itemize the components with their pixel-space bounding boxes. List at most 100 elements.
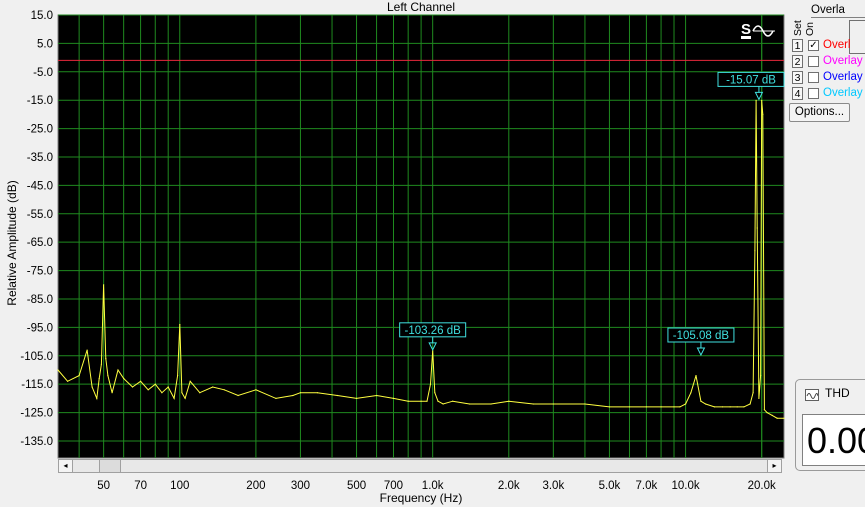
spectrum-point xyxy=(161,392,163,394)
checkmark-icon: ✓ xyxy=(809,40,818,51)
y-tick-label: -55.0 xyxy=(27,209,53,221)
spectrum-point xyxy=(420,400,422,402)
overlay-set-button-1[interactable]: 1 xyxy=(792,39,803,52)
spectrum-point xyxy=(762,113,764,115)
spectrum-point xyxy=(442,403,444,405)
spectrum-point xyxy=(111,392,113,394)
spectrum-point xyxy=(147,389,149,391)
spectrum-point xyxy=(100,363,102,365)
spectrum-point xyxy=(437,400,439,402)
spectrum-point xyxy=(766,412,768,414)
spectrum-point xyxy=(91,386,93,388)
spectrum-point xyxy=(754,250,756,252)
spectrum-point xyxy=(117,369,119,371)
spectrum-point xyxy=(103,284,105,286)
y-tick-label: -45.0 xyxy=(27,180,53,192)
overlay-label-3: Overlay xyxy=(823,71,863,83)
overlay-panel-title: Overla xyxy=(811,4,845,16)
overlay-edge-box xyxy=(849,20,865,54)
spectrum-point xyxy=(758,397,760,399)
spectrum-point xyxy=(189,380,191,382)
scroll-thumb[interactable] xyxy=(99,460,121,472)
spectrum-point xyxy=(299,392,301,394)
spectrum-point xyxy=(123,377,125,380)
spectrum-point xyxy=(729,406,731,408)
spectrum-point xyxy=(755,99,757,101)
spectrum-point xyxy=(608,406,611,408)
spectrum-point xyxy=(316,392,318,394)
spectrum-point xyxy=(552,403,554,405)
spectrum-chart[interactable]: -103.26 dB -105.08 dB -15.07 dB 15.0 5.0 -5.… xyxy=(0,0,865,507)
spectrum-point xyxy=(761,99,763,101)
spectrum-point xyxy=(721,406,724,408)
spectrum-point xyxy=(407,400,409,402)
spectrum-point xyxy=(57,369,59,371)
y-tick-label: -115.0 xyxy=(21,379,53,391)
waveform-icon[interactable] xyxy=(805,389,819,401)
spectrum-point xyxy=(292,394,294,397)
spectrum-point xyxy=(223,389,225,391)
spectrum-point xyxy=(760,375,762,377)
spectrum-point xyxy=(776,417,778,419)
overlay-checkbox-1[interactable]: ✓ xyxy=(808,40,819,51)
overlay-set-button-3[interactable]: 3 xyxy=(792,71,803,84)
spectrum-point xyxy=(749,403,751,405)
spectrum-point xyxy=(184,397,186,399)
on-column-header: On xyxy=(804,21,816,36)
spectrum-point xyxy=(736,406,738,408)
overlay-set-button-4[interactable]: 4 xyxy=(792,87,803,100)
y-tick-label: -75.0 xyxy=(27,266,53,278)
spectrum-point xyxy=(336,394,338,397)
y-tick-label: -5.0 xyxy=(33,67,53,79)
overlay-checkbox-3[interactable] xyxy=(808,72,819,83)
spectrum-point xyxy=(167,386,169,388)
spectrum-point xyxy=(355,397,358,399)
spectrum-point xyxy=(783,417,785,419)
spectrum-point xyxy=(96,397,98,399)
spectrum-point xyxy=(426,400,428,402)
x-axis-label: Frequency (Hz) xyxy=(379,491,463,505)
spectrum-point xyxy=(452,400,454,402)
y-tick-label: -85.0 xyxy=(27,294,53,306)
options-button[interactable]: Options... xyxy=(789,103,850,122)
overlay-checkbox-2[interactable] xyxy=(808,56,819,67)
scroll-left-button[interactable]: ◂ xyxy=(59,460,73,472)
spectrum-point xyxy=(86,349,88,351)
spectrum-point xyxy=(700,400,702,402)
overlay-set-button-2[interactable]: 2 xyxy=(792,55,803,68)
spectrum-point xyxy=(743,406,745,408)
y-tick-label: -125.0 xyxy=(20,408,53,420)
spectrum-point xyxy=(705,403,707,405)
spectrum-point xyxy=(532,403,534,405)
overlay-checkbox-4[interactable] xyxy=(808,88,819,99)
spectrum-point xyxy=(660,406,662,408)
peak-marker-label: -15.07 dB xyxy=(726,74,776,86)
spectrum-point xyxy=(177,375,179,377)
spectrum-point xyxy=(179,323,181,326)
spectrum-point xyxy=(140,380,142,382)
spectrum-point xyxy=(645,406,648,408)
y-tick-label: -25.0 xyxy=(27,124,53,136)
spectrum-point xyxy=(181,392,183,394)
spectrum-point xyxy=(434,392,436,394)
thd-value: 0.000 xyxy=(807,420,865,461)
y-tick-labels: 15.0 5.0 -5.0 -15.0 -25.0 -35.0 -45.0 -55.0 -65.… xyxy=(20,10,53,448)
spectrum-point xyxy=(275,397,277,399)
spectrum-point xyxy=(67,380,69,382)
spectrum-point xyxy=(78,375,80,377)
spectrum-point xyxy=(679,406,681,408)
spectrum-point xyxy=(713,406,716,408)
y-tick-label: -15.0 xyxy=(27,95,53,107)
spectrum-point xyxy=(690,392,692,394)
y-tick-label: -105.0 xyxy=(20,351,53,363)
spectrum-point xyxy=(376,394,378,397)
horizontal-scrollbar[interactable]: ◂ ▸ xyxy=(58,459,782,473)
peak-marker-label: -103.26 dB xyxy=(405,325,462,337)
spectrum-point xyxy=(199,392,201,394)
set-column-header: Set xyxy=(792,20,804,36)
y-tick-label: 5.0 xyxy=(37,38,53,50)
spectrum-point xyxy=(131,386,134,388)
spectrum-point xyxy=(429,383,432,385)
scroll-right-button[interactable]: ▸ xyxy=(767,460,781,472)
spectrum-point xyxy=(685,403,687,405)
